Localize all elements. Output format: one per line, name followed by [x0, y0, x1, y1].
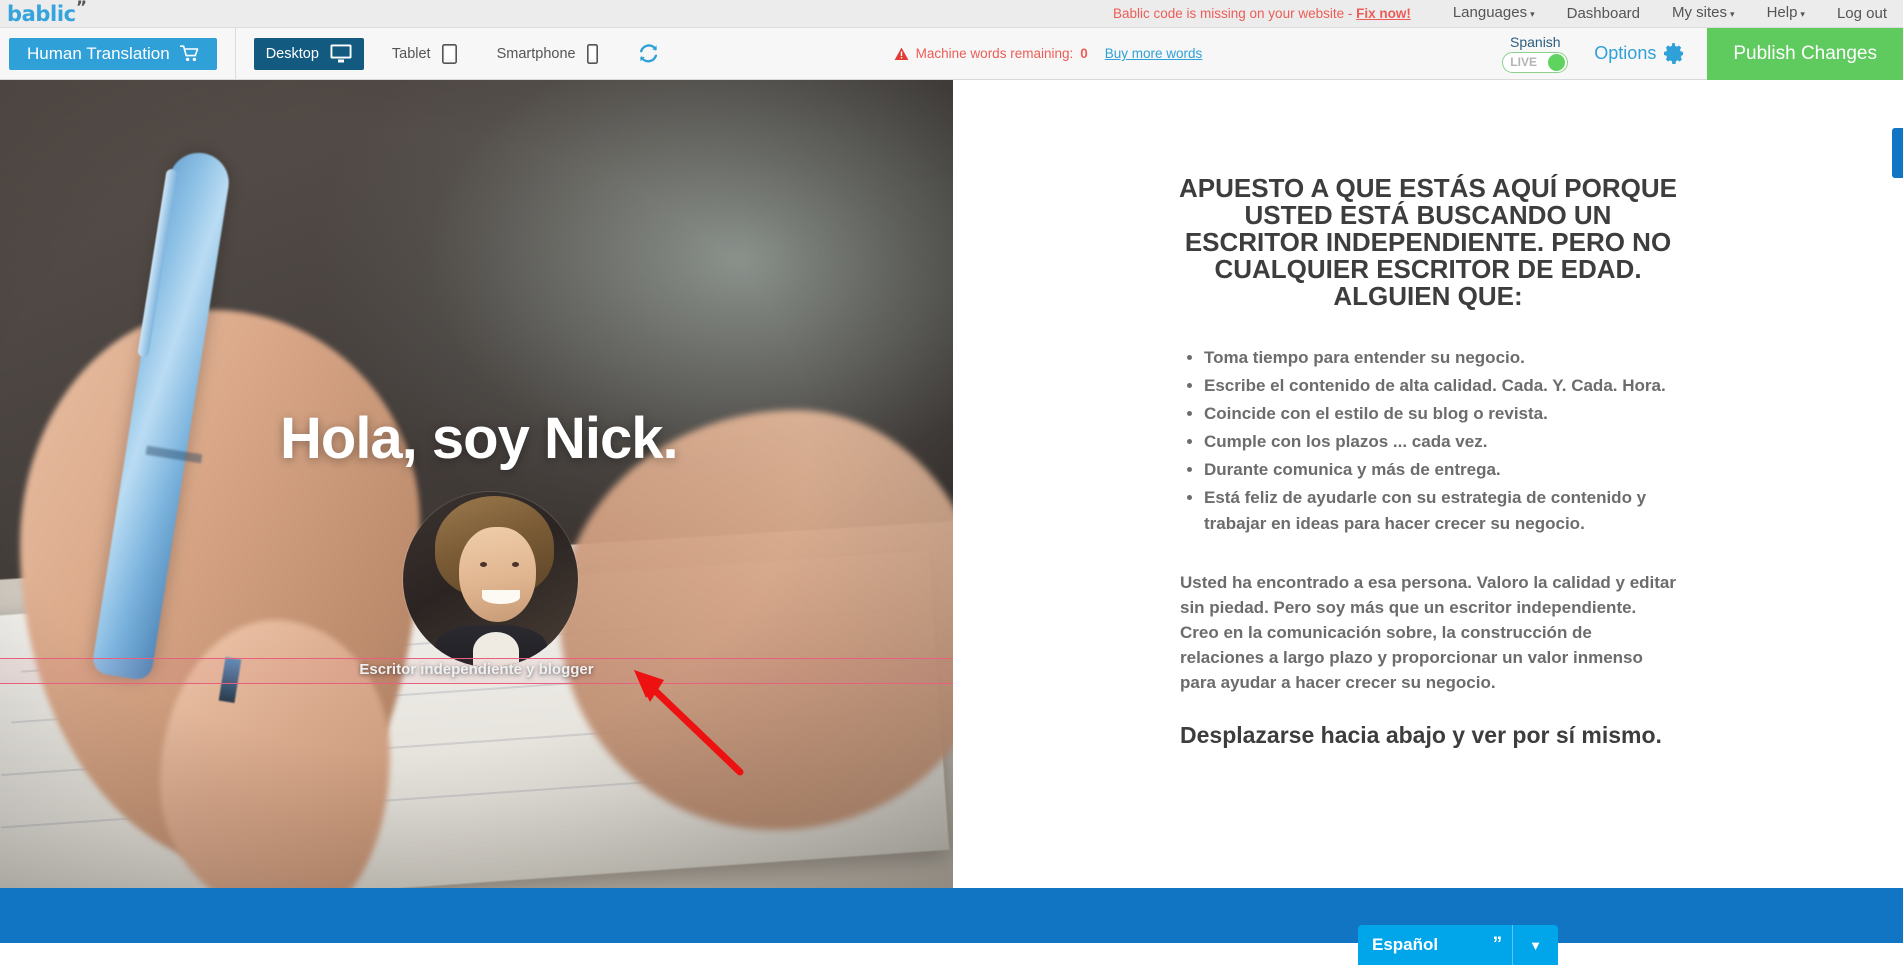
missing-code-warning: Bablic code is missing on your website -…	[1113, 6, 1411, 21]
live-toggle-label: LIVE	[1510, 55, 1537, 69]
list-item[interactable]: Durante comunica y más de entrega.	[1204, 457, 1678, 483]
hero-background-photo	[0, 80, 953, 888]
avatar-eye	[511, 562, 519, 567]
site-preview: Hola, soy Nick. Escritor independiente y…	[0, 80, 1903, 943]
nav-item-help-label: Help	[1766, 4, 1798, 22]
avatar-eye	[480, 562, 487, 567]
refresh-button[interactable]	[638, 43, 659, 64]
machine-words-label: Machine words remaining:	[915, 46, 1074, 61]
nav-item-logout-label: Log out	[1836, 4, 1887, 22]
device-label-smartphone: Smartphone	[496, 45, 576, 62]
side-panel-handle[interactable]	[1892, 128, 1903, 178]
nav-item-dashboard-label: Dashboard	[1566, 4, 1641, 22]
top-navigation: Bablic code is missing on your website -…	[1113, 0, 1903, 28]
current-language-label: Spanish	[1510, 33, 1561, 50]
publish-changes-button[interactable]: Publish Changes	[1707, 27, 1903, 80]
hero-title[interactable]: Hola, soy Nick.	[280, 405, 679, 472]
device-label-tablet: Tablet	[391, 45, 431, 62]
device-button-tablet[interactable]: Tablet	[380, 38, 469, 70]
gear-icon	[1664, 43, 1685, 64]
editor-toolbar: Human Translation Desktop Tablet Smartph…	[0, 27, 1903, 80]
cart-icon	[179, 45, 199, 62]
nav-item-languages[interactable]: Languages ▾	[1437, 0, 1551, 28]
toolbar-divider	[234, 27, 236, 80]
list-item[interactable]: Cumple con los plazos ... cada vez.	[1204, 429, 1678, 455]
photo-vignette	[0, 80, 953, 888]
content-paragraph[interactable]: Usted ha encontrado a esa persona. Valor…	[1178, 570, 1678, 695]
live-toggle-knob	[1548, 53, 1566, 71]
machine-words-status: Machine words remaining: 0 Buy more word…	[894, 46, 1203, 61]
nav-item-languages-label: Languages	[1452, 4, 1528, 22]
machine-words-count: 0	[1080, 46, 1088, 61]
chevron-down-icon[interactable]: ▼	[1513, 938, 1558, 953]
warning-triangle-icon	[894, 47, 909, 61]
nav-item-logout[interactable]: Log out	[1821, 0, 1903, 28]
device-button-smartphone[interactable]: Smartphone	[485, 38, 610, 70]
tablet-icon	[441, 43, 457, 64]
list-item[interactable]: Toma tiempo para entender su negocio.	[1204, 345, 1678, 371]
chevron-down-icon: ▾	[1730, 8, 1735, 19]
hero-section: Hola, soy Nick. Escritor independiente y…	[0, 80, 953, 888]
top-bar: bablic ” Bablic code is missing on your …	[0, 0, 1903, 28]
buy-more-words-link[interactable]: Buy more words	[1105, 46, 1203, 61]
bablic-logo[interactable]: bablic ”	[7, 0, 87, 26]
language-live-toggle-group: Spanish LIVE	[1502, 33, 1569, 73]
content-heading[interactable]: APUESTO A QUE ESTÁS AQUÍ PORQUE USTED ES…	[1178, 175, 1678, 310]
options-button[interactable]: Options	[1594, 43, 1685, 64]
list-item[interactable]: Escribe el contenido de alta calidad. Ca…	[1204, 373, 1678, 399]
human-translation-button[interactable]: Human Translation	[9, 37, 217, 70]
nav-item-my-sites[interactable]: My sites ▾	[1656, 0, 1751, 28]
nav-item-my-sites-label: My sites	[1672, 4, 1728, 22]
content-subheading[interactable]: Desplazarse hacia abajo y ver por sí mis…	[1178, 722, 1678, 749]
chevron-down-icon: ▾	[1530, 8, 1535, 19]
avatar-smile	[481, 590, 521, 604]
site-footer	[0, 888, 1903, 943]
hero-subtitle[interactable]: Escritor independiente y blogger	[0, 661, 953, 678]
language-selector-label: Español	[1372, 935, 1439, 954]
annotation-arrow	[634, 670, 744, 776]
nav-item-dashboard[interactable]: Dashboard	[1551, 0, 1656, 28]
options-label: Options	[1594, 43, 1657, 63]
chevron-down-icon: ▾	[1800, 8, 1805, 19]
content-section: APUESTO A QUE ESTÁS AQUÍ PORQUE USTED ES…	[953, 80, 1903, 888]
avatar[interactable]	[403, 492, 578, 667]
quote-icon: ”	[1492, 934, 1503, 955]
content-inner: APUESTO A QUE ESTÁS AQUÍ PORQUE USTED ES…	[1178, 80, 1678, 749]
list-item[interactable]: Está feliz de ayudarle con su estrategia…	[1204, 485, 1678, 537]
device-switcher: Desktop Tablet Smartphone	[253, 37, 610, 70]
language-selector-widget[interactable]: Español ” ▼	[1358, 925, 1558, 965]
refresh-icon	[638, 43, 659, 64]
toolbar-right-zone: Machine words remaining: 0 Buy more word…	[894, 27, 1903, 80]
monitor-icon	[330, 44, 352, 63]
list-item[interactable]: Coincide con el estilo de su blog o revi…	[1204, 401, 1678, 427]
brand-quote-mark: ”	[75, 0, 87, 18]
avatar-face	[459, 527, 536, 622]
phone-icon	[586, 43, 598, 64]
content-bullet-list: Toma tiempo para entender su negocio. Es…	[1178, 345, 1678, 537]
device-label-desktop: Desktop	[265, 45, 319, 62]
device-button-desktop[interactable]: Desktop	[253, 37, 364, 70]
human-translation-label: Human Translation	[27, 43, 170, 63]
brand-text: bablic	[7, 1, 76, 26]
nav-item-help[interactable]: Help ▾	[1751, 0, 1821, 28]
missing-code-warning-text: Bablic code is missing on your website -	[1112, 6, 1357, 21]
fix-now-link[interactable]: Fix now!	[1356, 6, 1411, 21]
live-toggle[interactable]: LIVE	[1502, 51, 1569, 73]
